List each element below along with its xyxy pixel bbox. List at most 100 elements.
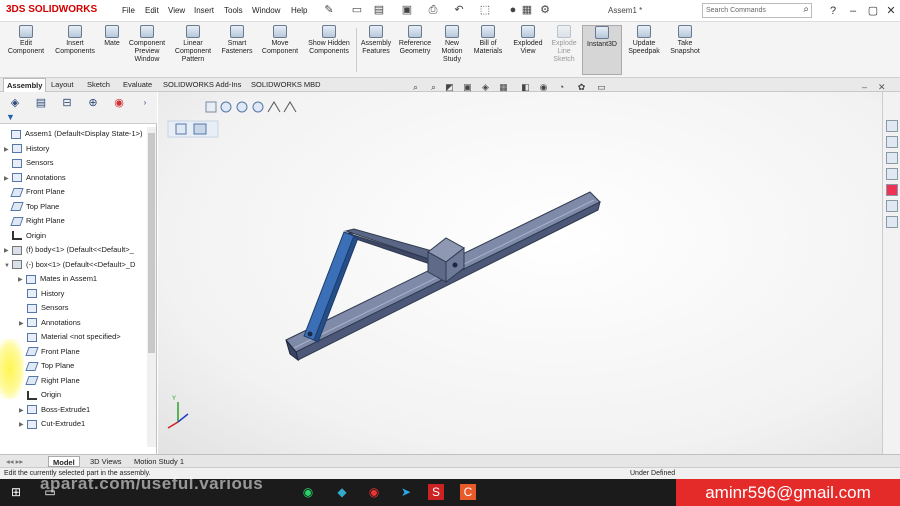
tree-item-front-plane[interactable]: Front Plane (4, 185, 65, 199)
previous-view-icon[interactable]: ◩ (444, 82, 455, 93)
edit-appearance-icon[interactable]: ◔ (556, 82, 567, 93)
camtasia-icon[interactable]: C (460, 484, 476, 500)
tree-item-box-history[interactable]: History (19, 287, 64, 301)
instant3d-button[interactable]: Instant3D (582, 25, 622, 75)
mate-button[interactable]: Mate (100, 25, 124, 75)
smart-fasteners-button[interactable]: Smart Fasteners (218, 25, 256, 75)
file-properties-icon[interactable]: ▦ (520, 4, 534, 17)
apply-scene-icon[interactable]: ✿ (576, 82, 587, 93)
display-style-icon[interactable]: ◧ (520, 82, 531, 93)
tree-item-box-origin[interactable]: Origin (19, 388, 61, 402)
tree-item-mates[interactable]: ▶ Mates in Assem1 (18, 272, 97, 286)
tree-item-box-sensors[interactable]: Sensors (19, 301, 69, 315)
search-icon[interactable]: ⌕ (803, 4, 809, 15)
tree-item-annotations[interactable]: ▶ Annotations (4, 171, 66, 185)
zoom-to-area-icon[interactable]: ⌕ (428, 82, 439, 93)
show-hidden-components-button[interactable]: Show Hidden Components (304, 25, 354, 75)
assembly-features-button[interactable]: Assembly Features (358, 25, 394, 75)
tree-item-origin[interactable]: Origin (4, 229, 46, 243)
solidworks-taskbar-icon[interactable]: S (428, 484, 444, 500)
property-manager-tab-icon[interactable]: ▤ (32, 95, 50, 111)
tree-item-box[interactable]: ▼ (-) box<1> (Default<<Default>_D (4, 258, 135, 272)
tree-item-body[interactable]: ▶ (f) body<1> (Default<<Default>_ (4, 243, 134, 257)
solidworks-forum-icon[interactable] (886, 216, 898, 228)
pin-icon[interactable]: ✎ (322, 4, 336, 17)
tree-scrollbar[interactable] (147, 127, 156, 447)
tab-scroll-arrows-icon[interactable]: ◂◂ ▸▸ (2, 456, 27, 467)
telegram-icon[interactable]: ➤ (398, 484, 414, 500)
menu-file[interactable]: File (122, 6, 135, 15)
filter-icon[interactable]: ▼ (6, 112, 15, 122)
menu-tools[interactable]: Tools (224, 6, 243, 15)
help-icon[interactable]: ? (826, 4, 840, 18)
tree-item-assem1[interactable]: Assem1 (Default<Display State-1>) (3, 127, 143, 141)
tree-item-box-front-plane[interactable]: Front Plane (19, 345, 80, 359)
panel-expand-icon[interactable]: › (136, 95, 154, 111)
tree-item-boss-extrude[interactable]: ▶ Boss-Extrude1 (19, 403, 90, 417)
section-view-icon[interactable]: ▣ (462, 82, 473, 93)
hide-show-items-icon[interactable]: ◉ (538, 82, 549, 93)
view-settings-icon[interactable]: ▭ (596, 82, 607, 93)
view-palette-icon[interactable] (886, 168, 898, 180)
new-document-icon[interactable]: ▭ (350, 4, 364, 17)
tree-item-top-plane[interactable]: Top Plane (4, 200, 59, 214)
component-preview-window-button[interactable]: Component Preview Window (124, 25, 170, 75)
take-snapshot-button[interactable]: Take Snapshot (666, 25, 704, 75)
menu-view[interactable]: View (168, 6, 185, 15)
tree-item-right-plane[interactable]: Right Plane (4, 214, 65, 228)
tree-item-box-top-plane[interactable]: Top Plane (19, 359, 74, 373)
menu-edit[interactable]: Edit (145, 6, 159, 15)
feature-manager-tab-icon[interactable]: ◈ (6, 95, 24, 111)
scrollbar-thumb[interactable] (148, 133, 155, 353)
dynamic-annotation-icon[interactable]: ◈ (480, 82, 491, 93)
tab-mbd[interactable]: SOLIDWORKS MBD (248, 78, 324, 92)
tree-item-history[interactable]: ▶ History (4, 142, 49, 156)
tree-item-box-right-plane[interactable]: Right Plane (19, 374, 80, 388)
menu-help[interactable]: Help (291, 6, 307, 15)
tab-model[interactable]: Model (48, 456, 80, 467)
tab-layout[interactable]: Layout (48, 78, 77, 92)
viewport-minimize-icon[interactable]: – (862, 82, 867, 92)
dimxpert-tab-icon[interactable]: ⊕ (84, 95, 102, 111)
resources-icon[interactable] (886, 120, 898, 132)
maximize-icon[interactable]: ▢ (866, 4, 880, 18)
save-icon[interactable]: ▣ (400, 4, 414, 17)
tree-item-box-annotations[interactable]: ▶ Annotations (19, 316, 81, 330)
tree-item-sensors[interactable]: Sensors (4, 156, 54, 170)
tab-addins[interactable]: SOLIDWORKS Add-Ins (160, 78, 244, 92)
tab-sketch[interactable]: Sketch (84, 78, 113, 92)
tab-3d-views[interactable]: 3D Views (86, 456, 126, 467)
selection-breadcrumb[interactable] (167, 101, 297, 138)
menu-window[interactable]: Window (252, 6, 280, 15)
app-icon[interactable]: ◆ (334, 484, 350, 500)
linear-component-pattern-button[interactable]: Linear Component Pattern (170, 25, 216, 75)
menu-insert[interactable]: Insert (194, 6, 214, 15)
select-icon[interactable]: ⬚ (478, 4, 492, 17)
tree-item-material[interactable]: Material <not specified> (19, 330, 121, 344)
chrome-icon[interactable]: ◉ (366, 484, 382, 500)
rebuild-icon[interactable]: ● (506, 4, 520, 17)
close-icon[interactable]: ✕ (884, 4, 898, 18)
options-gear-icon[interactable]: ⚙ (538, 4, 552, 17)
edit-component-button[interactable]: Edit Component (4, 25, 48, 75)
custom-properties-icon[interactable] (886, 200, 898, 212)
tab-assembly[interactable]: Assembly (3, 78, 47, 92)
exploded-view-button[interactable]: Exploded View (508, 25, 548, 75)
new-motion-study-button[interactable]: New Motion Study (436, 25, 468, 75)
update-speedpak-button[interactable]: Update Speedpak (624, 25, 664, 75)
open-icon[interactable]: ▤ (372, 4, 386, 17)
solidworks-logo[interactable]: 3DS SOLIDWORKS (6, 4, 97, 15)
tab-motion-study-1[interactable]: Motion Study 1 (130, 456, 188, 467)
bill-of-materials-button[interactable]: Bill of Materials (470, 25, 506, 75)
tab-evaluate[interactable]: Evaluate (120, 78, 155, 92)
zoom-to-fit-icon[interactable]: ⌕ (410, 82, 421, 93)
undo-icon[interactable]: ↶ (452, 4, 466, 17)
insert-components-button[interactable]: Insert Components (50, 25, 100, 75)
view-orientation-icon[interactable]: ▦ (498, 82, 509, 93)
windows-start-icon[interactable]: ⊞ (8, 484, 24, 500)
design-library-icon[interactable] (886, 136, 898, 148)
print-icon[interactable]: ⎙ (426, 4, 440, 17)
tree-item-cut-extrude[interactable]: ▶ Cut-Extrude1 (19, 417, 85, 431)
configuration-manager-tab-icon[interactable]: ⊟ (58, 95, 76, 111)
move-component-button[interactable]: Move Component (258, 25, 302, 75)
